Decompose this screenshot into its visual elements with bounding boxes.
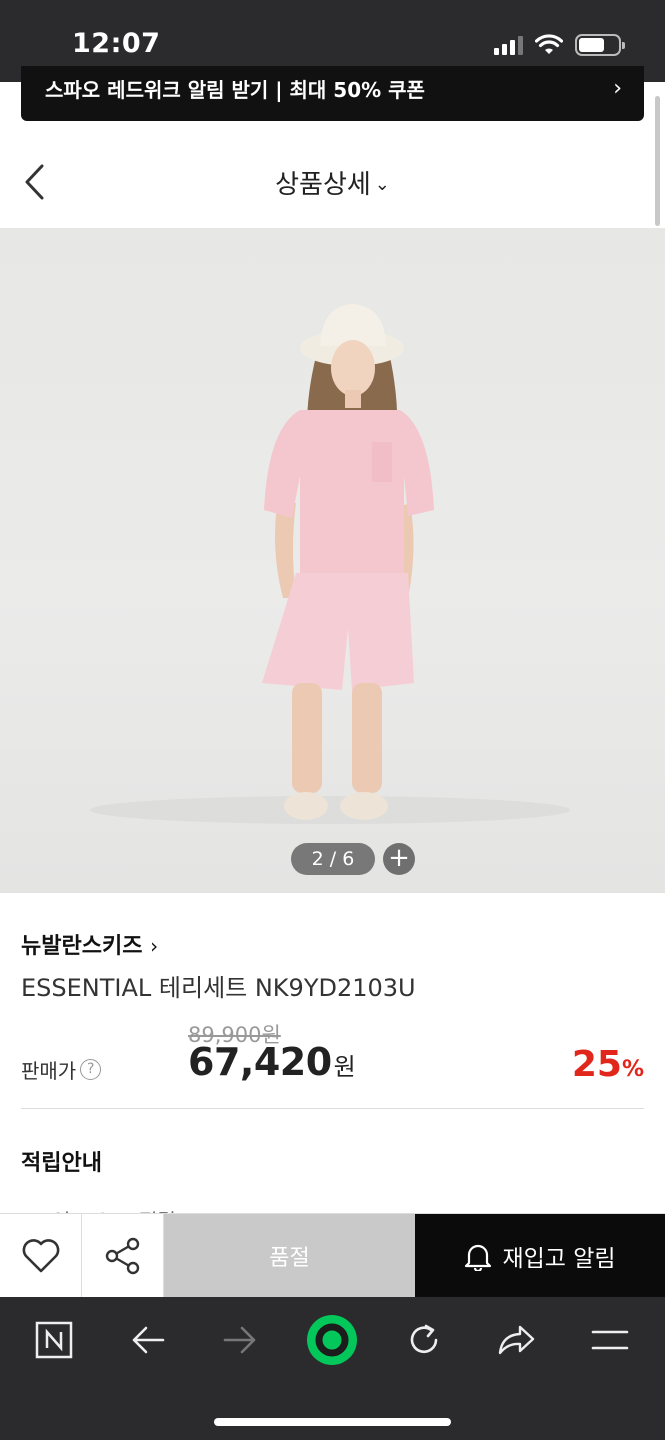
back-arrow-icon <box>132 1326 165 1354</box>
status-time: 12:07 <box>72 28 161 59</box>
status-icons <box>494 34 625 56</box>
soldout-button: 품절 <box>164 1214 415 1298</box>
browser-toolbar <box>0 1297 665 1440</box>
restock-alert-button[interactable]: 재입고 알림 <box>415 1214 665 1298</box>
share-icon <box>105 1237 139 1275</box>
share-button[interactable] <box>82 1214 164 1298</box>
forward-arrow-icon <box>223 1326 256 1354</box>
promo-text: 스파오 레드위크 알림 받기 | 최대 50% 쿠폰 <box>45 78 425 102</box>
divider <box>21 1108 644 1109</box>
bell-icon <box>465 1244 492 1271</box>
sale-price: 67,420원 <box>188 1040 356 1084</box>
brand-name: 뉴발란스키즈 <box>21 934 143 959</box>
back-nav-button[interactable] <box>118 1315 178 1365</box>
share-nav-button[interactable] <box>486 1315 546 1365</box>
battery-fill <box>579 38 604 52</box>
help-icon[interactable]: ? <box>80 1059 102 1080</box>
image-pager: 2 / 6 <box>291 843 375 875</box>
sale-price-currency: 원 <box>333 1053 356 1081</box>
zoom-button[interactable]: + <box>383 843 415 875</box>
battery-icon <box>575 34 625 56</box>
chevron-right-icon: › <box>613 76 622 101</box>
wifi-icon <box>535 34 563 54</box>
chevron-down-icon: ⌄ <box>374 174 390 195</box>
green-dot-button[interactable] <box>302 1315 362 1365</box>
pager-total: 6 <box>342 848 355 870</box>
product-image[interactable]: 2 / 6 + <box>0 228 665 893</box>
sale-price-value: 67,420 <box>188 1040 332 1084</box>
price-label-text: 판매가 <box>21 1059 77 1083</box>
page-title-dropdown[interactable]: 상품상세 ⌄ <box>0 164 665 201</box>
discount-value: 25 <box>571 1044 622 1085</box>
page-title: 상품상세 <box>275 170 371 200</box>
page-header: 상품상세 ⌄ <box>0 128 665 228</box>
naver-home-icon <box>35 1321 73 1359</box>
model-photo <box>90 304 570 824</box>
wishlist-button[interactable] <box>0 1214 82 1298</box>
heart-icon <box>22 1239 59 1273</box>
pager-current: 2 <box>311 848 324 870</box>
forward-nav-button <box>210 1315 270 1365</box>
discount-unit: % <box>621 1057 644 1082</box>
soldout-label: 품절 <box>269 1246 310 1271</box>
bottom-action-bar: 품절 재입고 알림 <box>0 1213 665 1298</box>
points-section-title: 적립안내 <box>21 1151 102 1176</box>
cellular-signal-icon <box>494 35 523 55</box>
product-name: ESSENTIAL 테리세트 NK9YD2103U <box>21 974 416 1002</box>
promo-banner[interactable]: 스파오 레드위크 알림 받기 | 최대 50% 쿠폰 › <box>21 66 644 121</box>
brand-link[interactable]: 뉴발란스키즈 › <box>21 928 158 960</box>
discount-rate: 25% <box>572 1044 644 1085</box>
chevron-right-icon: › <box>150 934 159 958</box>
refresh-icon <box>410 1324 438 1354</box>
menu-icon <box>591 1330 629 1350</box>
green-dot-icon <box>307 1315 357 1365</box>
menu-button[interactable] <box>580 1315 640 1365</box>
home-indicator[interactable] <box>214 1418 451 1426</box>
naver-home-button[interactable] <box>24 1315 84 1365</box>
plus-icon: + <box>388 843 410 873</box>
price-label: 판매가 ? <box>21 1055 102 1084</box>
restock-label: 재입고 알림 <box>502 1246 616 1272</box>
refresh-button[interactable] <box>394 1315 454 1365</box>
share-arrow-icon <box>498 1325 535 1355</box>
